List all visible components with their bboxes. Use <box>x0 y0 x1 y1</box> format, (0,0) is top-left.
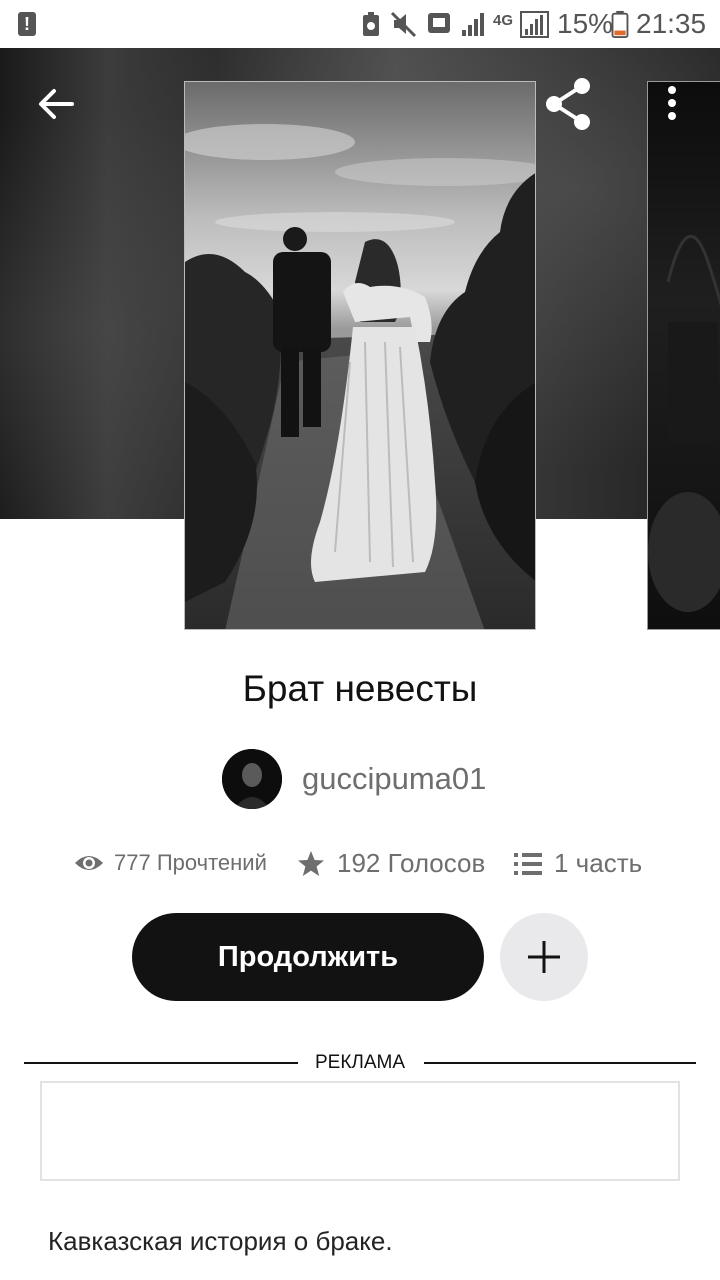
parts-count: 1 часть <box>554 848 643 878</box>
votes-stat: 192 Голосов <box>297 848 485 879</box>
story-description: Кавказская история о браке. <box>48 1226 393 1256</box>
votes-count: 192 Голосов <box>337 848 486 878</box>
continue-button[interactable]: Продолжить <box>132 913 484 1001</box>
add-to-library-button[interactable] <box>500 913 588 1001</box>
ad-divider: РЕКЛАМА <box>24 1050 696 1076</box>
signal-icon <box>462 13 484 36</box>
alert-icon: ! <box>18 12 36 36</box>
parts-stat: 1 часть <box>514 848 642 879</box>
more-vert-icon[interactable] <box>660 84 684 124</box>
story-cover[interactable] <box>184 81 536 630</box>
plus-icon <box>528 941 560 973</box>
network-type: 4G <box>493 12 514 29</box>
list-icon <box>514 852 542 875</box>
battery-percent: 15% <box>557 8 614 39</box>
divider-line-right <box>424 1062 696 1064</box>
reads-count: 777 Прочтений <box>114 850 267 875</box>
star-icon <box>298 850 324 876</box>
battery-icon <box>611 10 629 38</box>
clock: 21:35 <box>636 8 707 39</box>
status-bar: ! 4G 15% 21:35 <box>0 0 720 48</box>
back-arrow-icon[interactable] <box>32 80 80 128</box>
reads-stat: 777 Прочтений <box>74 850 267 876</box>
cover-image <box>185 82 535 629</box>
author-row[interactable]: guccipuma01 <box>222 748 486 810</box>
story-title: Брат невесты <box>242 668 478 709</box>
share-icon[interactable] <box>540 76 596 132</box>
eye-icon <box>75 856 103 870</box>
signal-icon-2 <box>520 11 549 38</box>
message-icon <box>428 13 450 33</box>
ad-slot[interactable] <box>40 1081 680 1181</box>
battery-saver-icon <box>363 12 379 36</box>
mute-icon <box>390 11 417 38</box>
next-cover-image <box>648 234 720 612</box>
author-name[interactable]: guccipuma01 <box>302 761 486 797</box>
story-stats: 777 Прочтений 192 Голосов 1 часть <box>0 844 720 884</box>
avatar[interactable] <box>222 749 282 809</box>
next-story-cover[interactable] <box>647 81 720 630</box>
